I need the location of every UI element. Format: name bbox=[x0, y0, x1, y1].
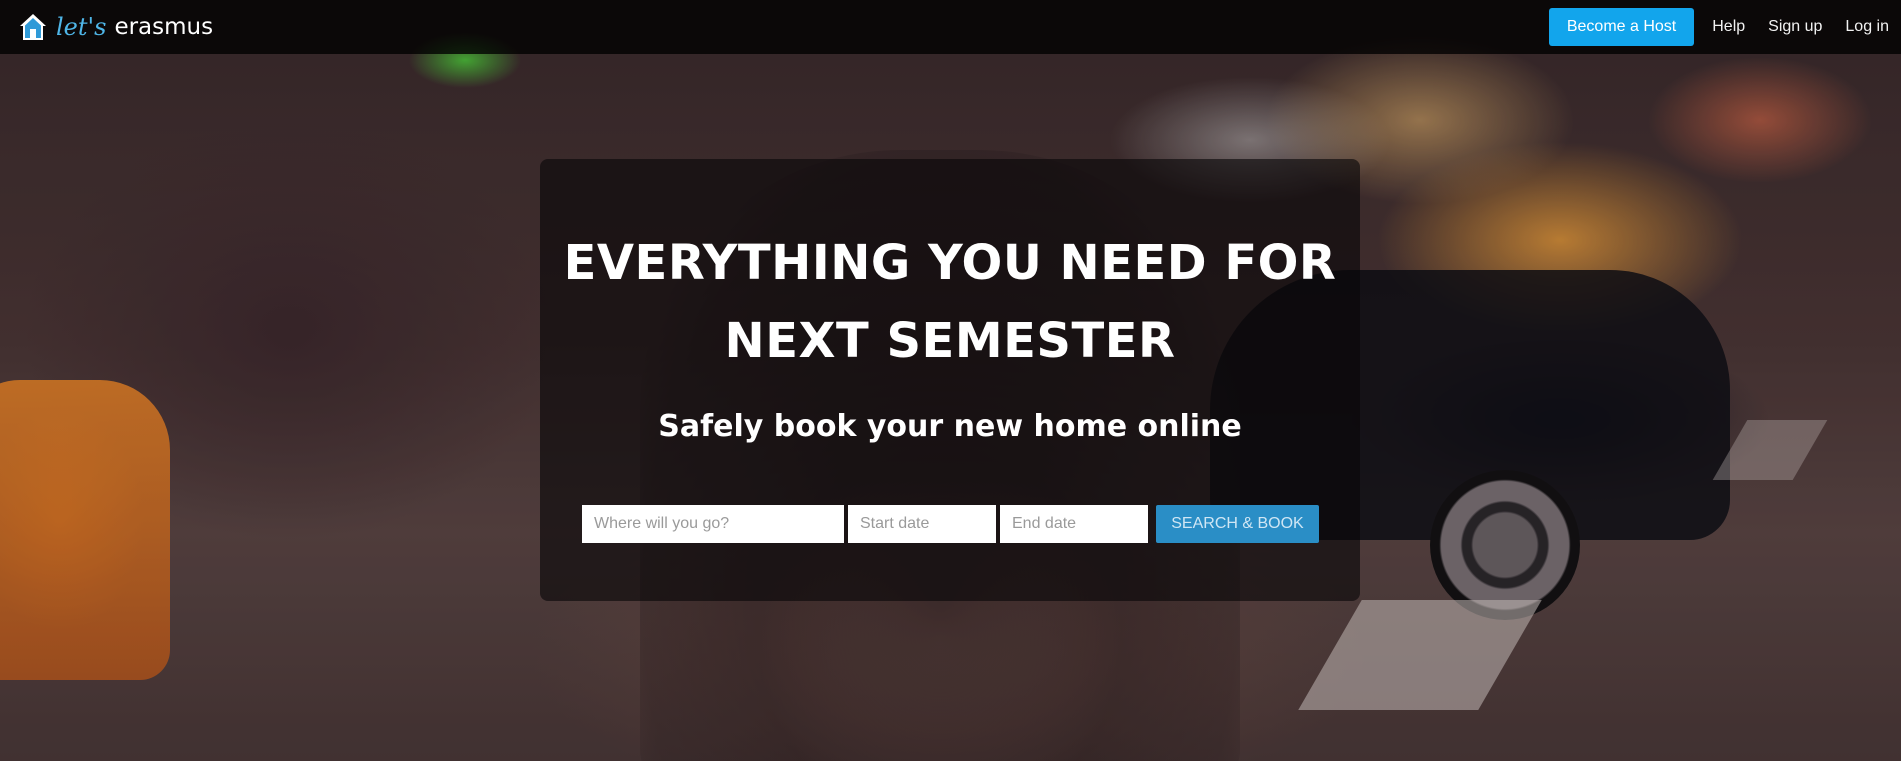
hero-title-line-1: EVERYTHING YOU NEED FOR bbox=[563, 235, 1337, 291]
brand-logo[interactable]: let's erasmus bbox=[18, 10, 213, 44]
become-host-button[interactable]: Become a Host bbox=[1548, 8, 1695, 46]
search-and-book-button[interactable]: SEARCH & BOOK bbox=[1156, 505, 1319, 543]
log-in-link[interactable]: Log in bbox=[1845, 18, 1889, 36]
sign-up-link[interactable]: Sign up bbox=[1768, 18, 1822, 36]
brand-name-text: erasmus bbox=[114, 14, 214, 40]
house-icon bbox=[20, 14, 46, 40]
start-date-input[interactable] bbox=[848, 505, 996, 543]
nav-links: Become a Host Help Sign up Log in bbox=[1548, 8, 1889, 46]
hero-title-line-2: NEXT SEMESTER bbox=[724, 313, 1176, 369]
destination-input[interactable] bbox=[582, 505, 844, 543]
top-navbar: let's erasmus Become a Host Help Sign up… bbox=[0, 0, 1901, 54]
hero-title: EVERYTHING YOU NEED FOR NEXT SEMESTER bbox=[540, 224, 1360, 380]
hero-subtitle: Safely book your new home online bbox=[658, 409, 1242, 444]
help-link[interactable]: Help bbox=[1712, 18, 1745, 36]
search-form: SEARCH & BOOK bbox=[582, 505, 1319, 543]
hero-panel: EVERYTHING YOU NEED FOR NEXT SEMESTER Sa… bbox=[540, 159, 1360, 601]
end-date-input[interactable] bbox=[1000, 505, 1148, 543]
landing-page: let's erasmus Become a Host Help Sign up… bbox=[0, 0, 1901, 761]
brand-lets-text: let's bbox=[56, 13, 107, 41]
